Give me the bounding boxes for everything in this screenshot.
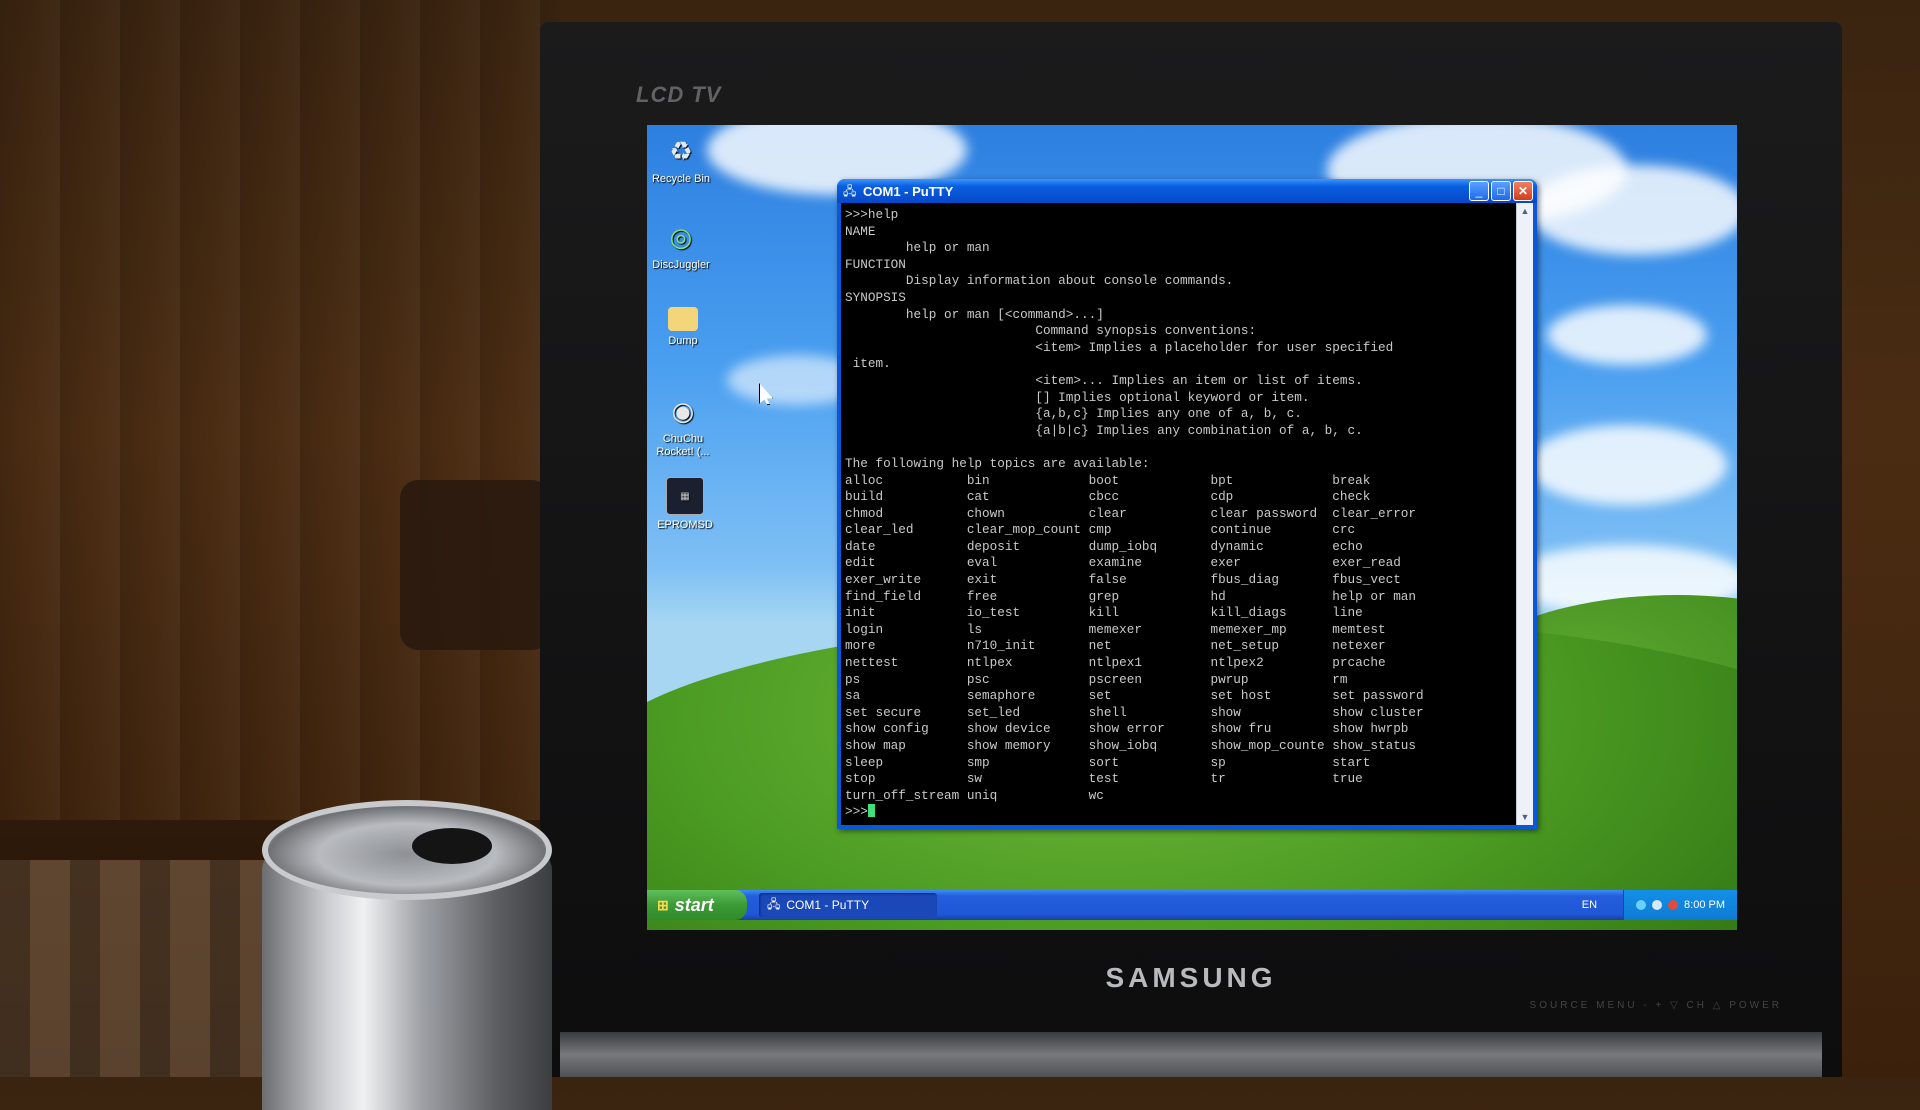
clock: 8:00 PM [1684,899,1725,911]
folder-icon [668,307,698,331]
metal-crate [0,860,300,1077]
can-opening [412,828,492,864]
security-alert-icon[interactable] [1668,900,1679,910]
desktop-screen: ♻ Recycle Bin ◎ DiscJuggler Dump ◉ ChuCh… [647,125,1737,930]
minimize-button[interactable]: _ [1469,181,1489,201]
putty-titlebar[interactable]: 🖧 COM1 - PuTTY _ □ ✕ [837,179,1537,203]
prompt-text: >>> [845,804,868,820]
desktop-icon-recycle-bin[interactable]: ♻ Recycle Bin [647,133,721,186]
putty-task-icon: 🖧 [767,896,781,911]
taskbar-item-putty[interactable]: 🖧 COM1 - PuTTY [759,893,937,917]
wood-wall [0,0,560,820]
brand-logo: SAMSUNG [1105,962,1277,993]
terminal-scrollbar[interactable]: ▲ ▼ [1516,203,1533,825]
start-button[interactable]: ⊞ start [647,890,747,920]
taskbar: ⊞ start 🖧 COM1 - PuTTY EN 8:00 PM [647,890,1737,920]
system-tray: 8:00 PM [1623,890,1737,920]
text-cursor [867,804,875,818]
lcd-tv-badge: LCD TV [636,82,722,107]
start-label: start [674,894,714,915]
maximize-button[interactable]: □ [1491,181,1511,201]
task-label: COM1 - PuTTY [786,898,870,912]
scroll-up-icon[interactable]: ▲ [1521,203,1530,219]
epromsd-icon: ▦ [666,477,704,515]
scroll-down-icon[interactable]: ▼ [1521,809,1530,825]
desktop-icon-chuchu-rocket[interactable]: ◉ ChuChu Rocket! (... [647,393,723,459]
network-icon[interactable] [1636,900,1647,910]
command-prompt[interactable]: >>> [845,804,1514,821]
desktop-icon-discjuggler[interactable]: ◎ DiscJuggler [647,219,721,272]
putty-app-icon: 🖧 [843,184,857,198]
putty-window[interactable]: 🖧 COM1 - PuTTY _ □ ✕ >>>help NAME help o… [837,179,1537,829]
language-indicator[interactable]: EN [1582,899,1597,911]
recycle-bin-icon: ♻ [669,135,693,166]
desktop-icon-dump[interactable]: Dump [647,307,723,348]
soda-can [262,800,552,1110]
monitor-controls: SOURCE MENU - + ▽ CH △ POWER [1529,1000,1782,1011]
can-lid [262,800,552,900]
terminal-output: >>>help NAME help or man FUNCTION Displa… [845,207,1424,803]
window-title: COM1 - PuTTY [863,183,954,199]
terminal-area[interactable]: >>>help NAME help or man FUNCTION Displa… [841,203,1533,825]
background-object [400,480,550,650]
chuchu-rocket-icon: ◉ [671,395,695,426]
desktop-icon-epromsd[interactable]: ▦ EPROMSD [647,477,725,532]
discjuggler-icon: ◎ [669,221,693,252]
terminal-output-container[interactable]: >>>help NAME help or man FUNCTION Displa… [841,203,1516,825]
monitor-base-trim [560,1032,1822,1077]
close-button[interactable]: ✕ [1513,181,1533,201]
volume-icon[interactable] [1652,900,1663,910]
windows-flag-icon: ⊞ [657,896,669,913]
